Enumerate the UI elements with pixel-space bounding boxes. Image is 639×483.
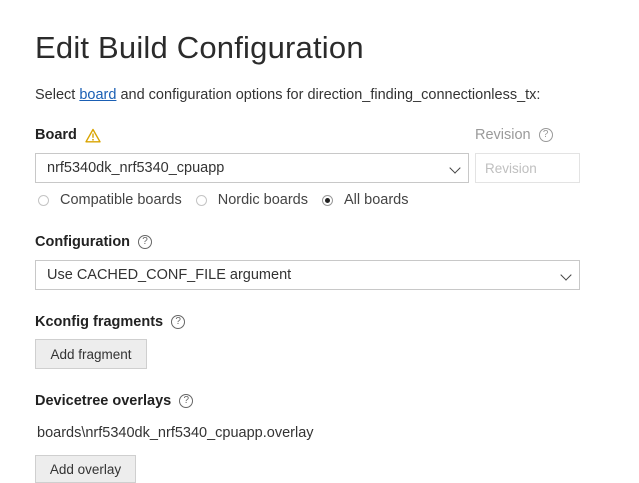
kconfig-label: Kconfig fragments (35, 314, 164, 330)
subtitle-suffix: and configuration options for direction_… (116, 87, 541, 103)
board-filter-radios: Compatible boards Nordic boards All boar… (38, 192, 422, 208)
radio-compatible-boards[interactable]: Compatible boards (38, 192, 182, 208)
page-title: Edit Build Configuration (35, 30, 364, 65)
radio-compatible-label: Compatible boards (60, 192, 182, 208)
configuration-label-row: Configuration ? (35, 234, 153, 250)
board-label: Board (35, 127, 77, 143)
revision-placeholder: Revision (485, 160, 537, 176)
subtitle-prefix: Select (35, 87, 80, 103)
board-select-value: nrf5340dk_nrf5340_cpuapp (47, 160, 225, 176)
configuration-select[interactable]: Use CACHED_CONF_FILE argument (35, 260, 580, 290)
radio-circle-icon (195, 194, 207, 206)
revision-help-icon[interactable]: ? (538, 128, 553, 142)
configuration-label: Configuration (35, 234, 131, 250)
devicetree-label-row: Devicetree overlays ? (35, 393, 194, 409)
revision-label: Revision (475, 127, 531, 143)
devicetree-help-icon[interactable]: ? (179, 394, 194, 408)
overlay-file-path: boards\nrf5340dk_nrf5340_cpuapp.overlay (37, 425, 314, 441)
chevron-down-icon (560, 269, 572, 281)
configuration-help-icon[interactable]: ? (138, 235, 153, 249)
radio-selected-icon (321, 194, 333, 206)
radio-all-boards[interactable]: All boards (321, 192, 409, 208)
add-fragment-button[interactable]: Add fragment (35, 339, 147, 369)
revision-input[interactable]: Revision (475, 153, 580, 183)
configuration-select-value: Use CACHED_CONF_FILE argument (47, 267, 292, 283)
board-select[interactable]: nrf5340dk_nrf5340_cpuapp (35, 153, 469, 183)
radio-nordic-boards[interactable]: Nordic boards (195, 192, 308, 208)
radio-nordic-label: Nordic boards (217, 192, 308, 208)
devicetree-label: Devicetree overlays (35, 393, 172, 409)
board-link[interactable]: board (79, 87, 116, 103)
page-subtitle: Select board and configuration options f… (35, 87, 540, 103)
board-label-row: Board (35, 127, 101, 143)
kconfig-label-row: Kconfig fragments ? (35, 314, 186, 330)
revision-label-row: Revision ? (475, 127, 553, 143)
radio-circle-icon (38, 194, 49, 206)
add-overlay-button[interactable]: Add overlay (35, 455, 136, 483)
warning-icon (85, 128, 101, 143)
kconfig-help-icon[interactable]: ? (171, 315, 186, 329)
chevron-down-icon (449, 162, 461, 174)
radio-all-label: All boards (343, 192, 409, 208)
